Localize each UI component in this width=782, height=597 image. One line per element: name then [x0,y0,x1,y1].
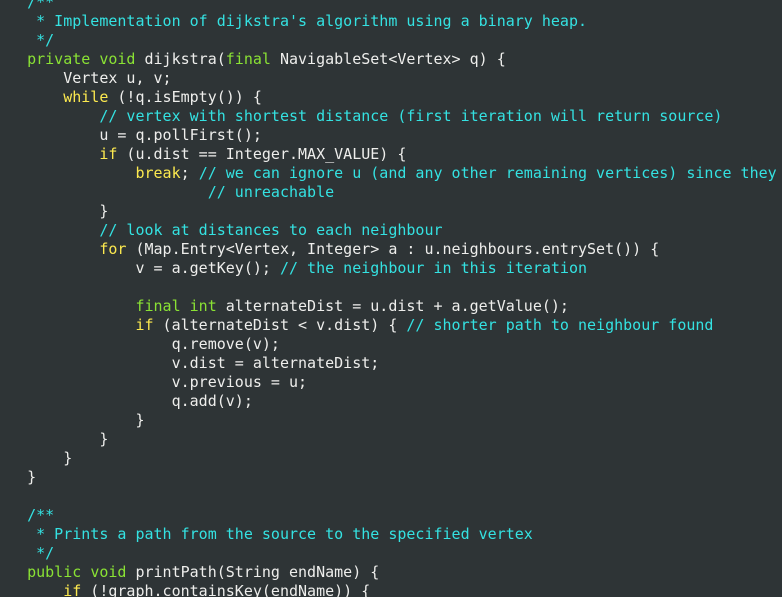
type-keyword-token: final [225,50,271,68]
code-line[interactable]: v = a.getKey(); // the neighbour in this… [0,259,777,278]
code-token: (alternateDist < v.dist) { [153,316,407,334]
type-keyword-token: private [27,50,91,68]
code-token: } [0,449,73,467]
code-token: ; [180,164,199,182]
code-token: } [0,411,145,429]
code-line[interactable]: */ [0,544,777,563]
code-line[interactable]: q.remove(v); [0,335,777,354]
code-line[interactable]: } [0,411,777,430]
keyword-token: for [99,240,127,258]
code-line[interactable] [0,278,777,297]
code-line[interactable]: /** [0,0,777,12]
comment-token: /** [27,506,55,524]
code-token: NavigableSet<Vertex> q) { [270,50,506,68]
code-token: u = q.pollFirst(); [0,126,262,144]
code-line[interactable]: for (Map.Entry<Vertex, Integer> a : u.ne… [0,240,777,259]
code-line[interactable]: */ [0,31,777,50]
code-line[interactable]: while (!q.isEmpty()) { [0,88,777,107]
code-token: alternateDist = u.dist + a.getValue(); [216,297,569,315]
comment-token: /** [27,0,55,11]
code-line[interactable]: } [0,468,777,487]
code-token: } [0,430,109,448]
code-token: (Map.Entry<Vertex, Integer> a : u.neighb… [126,240,660,258]
code-token: v.previous = u; [0,373,308,391]
code-line[interactable]: q.add(v); [0,392,777,411]
code-token: (!graph.containsKey(endName)) { [81,582,371,597]
code-token: (u.dist == Integer.MAX_VALUE) { [117,145,407,163]
comment-token: * Implementation of dijkstra's algorithm… [0,12,587,30]
comment-token: // we can ignore u (and any other remain… [198,164,777,182]
comment-token: // look at distances to each neighbour [99,221,443,239]
code-line[interactable]: v.dist = alternateDist; [0,354,777,373]
code-token: q.add(v); [0,392,253,410]
code-line[interactable]: } [0,202,777,221]
code-token: v.dist = alternateDist; [0,354,380,372]
code-line[interactable]: * Implementation of dijkstra's algorithm… [0,12,777,31]
code-line[interactable]: // unreachable [0,183,777,202]
code-line[interactable]: // look at distances to each neighbour [0,221,777,240]
keyword-token: if [99,145,118,163]
code-token: dijkstra( [135,50,226,68]
type-keyword-token: public [27,563,82,581]
code-line[interactable]: if (!graph.containsKey(endName)) { [0,582,777,597]
code-token: (!q.isEmpty()) { [108,88,262,106]
code-area[interactable]: /** * Implementation of dijkstra's algor… [0,0,777,597]
code-token: } [0,468,37,486]
code-line[interactable]: } [0,449,777,468]
code-line[interactable]: break; // we can ignore u (and any other… [0,164,777,183]
code-line[interactable]: /** [0,506,777,525]
code-line[interactable]: if (u.dist == Integer.MAX_VALUE) { [0,145,777,164]
keyword-token: break [135,164,181,182]
code-line[interactable]: public void printPath(String endName) { [0,563,777,582]
type-keyword-token: void [90,563,127,581]
code-line[interactable]: Vertex u, v; [0,69,777,88]
code-token: Vertex u, v; [0,69,172,87]
code-token: printPath(String endName) { [126,563,380,581]
code-line[interactable]: final int alternateDist = u.dist + a.get… [0,297,777,316]
code-token: q.remove(v); [0,335,280,353]
keyword-token: if [63,582,82,597]
code-line[interactable]: } [0,430,777,449]
code-line[interactable] [0,487,777,506]
comment-token: // the neighbour in this iteration [279,259,588,277]
comment-token: // vertex with shortest distance (first … [99,107,723,125]
code-token: v = a.getKey(); [0,259,280,277]
comment-token: * Prints a path from the source to the s… [0,525,533,543]
type-keyword-token: void [99,50,136,68]
code-token: } [0,202,109,220]
type-keyword-token: int [189,297,217,315]
code-line[interactable]: if (alternateDist < v.dist) { // shorter… [0,316,777,335]
code-line[interactable]: * Prints a path from the source to the s… [0,525,777,544]
keyword-token: while [63,88,109,106]
comment-token: // shorter path to neighbour found [406,316,714,334]
code-line[interactable]: private void dijkstra(final NavigableSet… [0,50,777,69]
comment-token: // unreachable [207,183,335,201]
code-editor[interactable]: /** * Implementation of dijkstra's algor… [0,0,782,597]
code-line[interactable]: // vertex with shortest distance (first … [0,107,777,126]
code-line[interactable]: u = q.pollFirst(); [0,126,777,145]
code-line[interactable]: v.previous = u; [0,373,777,392]
comment-token: */ [0,544,55,562]
type-keyword-token: final [135,297,181,315]
keyword-token: if [135,316,154,334]
comment-token: */ [0,31,55,49]
